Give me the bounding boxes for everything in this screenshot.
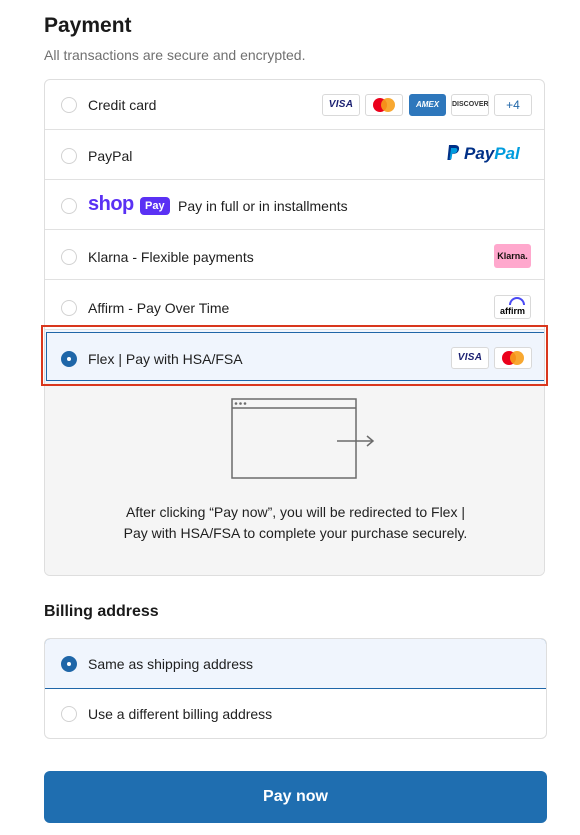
payment-option-label: Affirm - Pay Over Time — [88, 300, 230, 316]
highlight-outline — [41, 325, 548, 386]
amex-icon: AMEX — [409, 94, 446, 116]
pay-now-button[interactable]: Pay now — [44, 771, 547, 823]
klarna-logo: Klarna. — [494, 244, 531, 268]
paypal-logo: PayPal — [446, 144, 520, 164]
billing-options: Same as shipping address Use a different… — [44, 638, 547, 739]
payment-option-label: Pay in full or in installments — [178, 198, 348, 214]
radio-shop-pay[interactable] — [61, 198, 77, 214]
shop-pay-badge: Pay — [140, 197, 170, 215]
redirect-info-panel: After clicking “Pay now”, you will be re… — [45, 383, 544, 575]
payment-option-label: Klarna - Flexible payments — [88, 249, 254, 265]
radio-credit-card[interactable] — [61, 97, 77, 113]
paypal-icon — [447, 145, 460, 160]
mastercard-icon — [365, 94, 403, 116]
payment-option-credit-card[interactable]: Credit card VISA AMEX DISCOVER +4 — [45, 80, 544, 130]
radio-paypal[interactable] — [61, 148, 77, 164]
billing-option-different-address[interactable]: Use a different billing address — [45, 689, 546, 738]
payment-subtitle: All transactions are secure and encrypte… — [44, 47, 306, 63]
affirm-arc-icon — [509, 297, 525, 305]
radio-affirm[interactable] — [61, 300, 77, 316]
payment-option-label: Credit card — [88, 97, 157, 113]
more-cards-badge: +4 — [494, 94, 532, 116]
billing-option-same-as-shipping[interactable]: Same as shipping address — [45, 639, 546, 689]
payment-option-label: PayPal — [88, 148, 133, 164]
discover-icon: DISCOVER — [451, 94, 489, 116]
radio-klarna[interactable] — [61, 249, 77, 265]
redirect-message: After clicking “Pay now”, you will be re… — [123, 504, 468, 541]
payment-option-klarna[interactable]: Klarna - Flexible payments Klarna. — [45, 230, 544, 280]
billing-title: Billing address — [44, 603, 159, 620]
affirm-logo: affirm — [494, 295, 531, 319]
payment-option-affirm[interactable]: Affirm - Pay Over Time affirm — [45, 280, 544, 330]
billing-option-label: Same as shipping address — [88, 656, 253, 672]
visa-icon: VISA — [322, 94, 360, 116]
radio-different-address[interactable] — [61, 706, 77, 722]
radio-same-as-shipping[interactable] — [61, 656, 77, 672]
payment-option-paypal[interactable]: PayPal PayPal — [45, 130, 544, 180]
billing-option-label: Use a different billing address — [88, 706, 273, 722]
shop-logo: shop — [88, 193, 134, 215]
payment-option-shop-pay[interactable]: shop Pay Pay in full or in installments — [45, 180, 544, 230]
browser-redirect-icon — [231, 398, 375, 479]
payment-title: Payment — [44, 14, 132, 37]
